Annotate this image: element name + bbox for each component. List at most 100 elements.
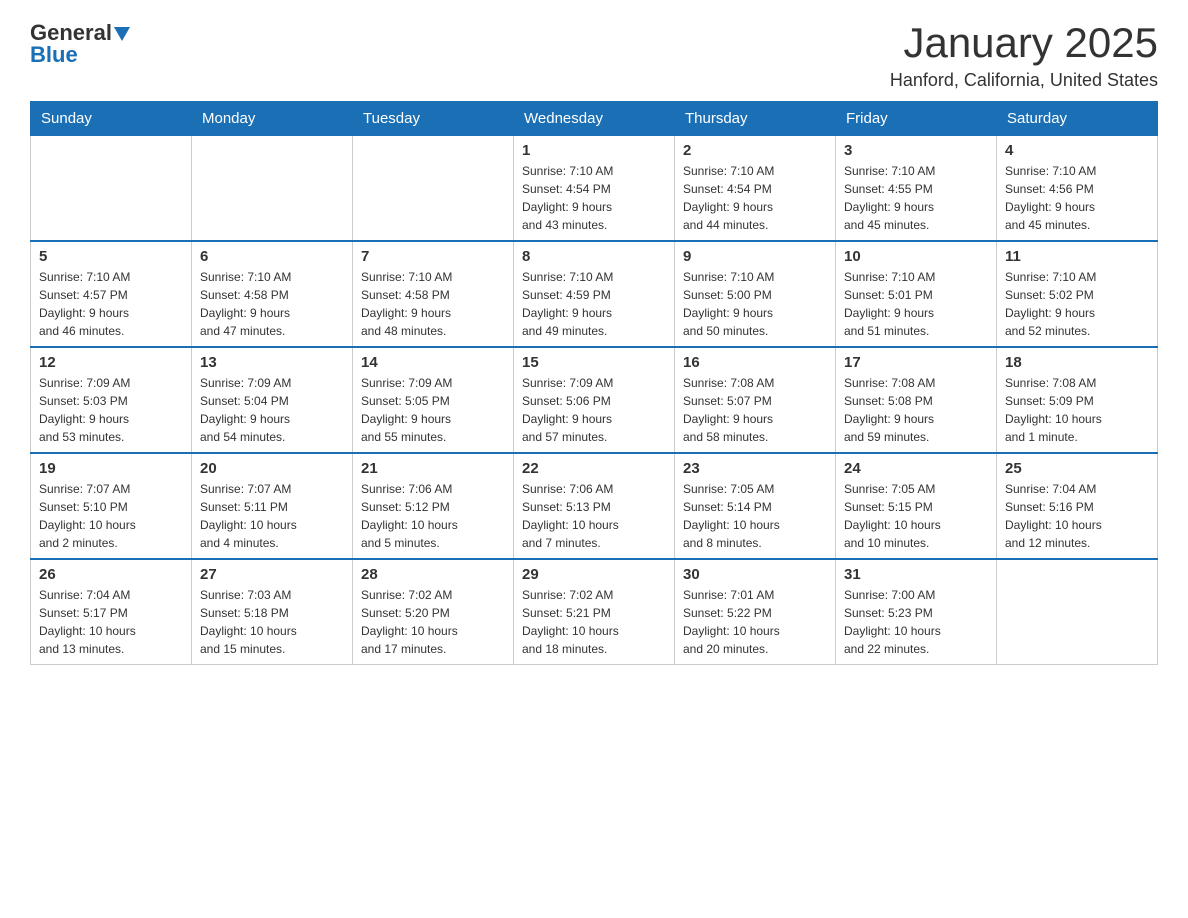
day-number: 31 xyxy=(844,566,988,583)
calendar-cell: 9 Sunrise: 7:10 AM Sunset: 5:00 PM Daylig… xyxy=(675,241,836,347)
day-number: 28 xyxy=(361,566,505,583)
calendar-cell: 5Sunrise: 7:10 AM Sunset: 4:57 PM Daylig… xyxy=(31,241,192,347)
title-block: January 2025 Hanford, California, United… xyxy=(890,20,1158,91)
day-of-week-header: Saturday xyxy=(997,102,1158,136)
day-info: Sunrise: 7:04 AM Sunset: 5:17 PM Dayligh… xyxy=(39,586,183,658)
calendar-cell: 30 Sunrise: 7:01 AM Sunset: 5:22 PM Dayli… xyxy=(675,559,836,665)
day-info: Sunrise: 7:09 AM Sunset: 5:05 PM Dayligh… xyxy=(361,374,505,446)
day-of-week-header: Thursday xyxy=(675,102,836,136)
day-number: 2 xyxy=(683,142,827,159)
day-number: 13 xyxy=(200,354,344,371)
day-number: 24 xyxy=(844,460,988,477)
day-number: 19 xyxy=(39,460,183,477)
day-info: Sunrise: 7:08 AM Sunset: 5:08 PM Dayligh… xyxy=(844,374,988,446)
calendar-cell: 11 Sunrise: 7:10 AM Sunset: 5:02 PM Dayli… xyxy=(997,241,1158,347)
day-number: 1 xyxy=(522,142,666,159)
calendar-cell: 23 Sunrise: 7:05 AM Sunset: 5:14 PM Dayli… xyxy=(675,453,836,559)
month-title: January 2025 xyxy=(890,20,1158,66)
day-info: Sunrise: 7:06 AM Sunset: 5:12 PM Dayligh… xyxy=(361,480,505,552)
day-info: Sunrise: 7:08 AM Sunset: 5:09 PM Dayligh… xyxy=(1005,374,1149,446)
calendar-cell: 4Sunrise: 7:10 AM Sunset: 4:56 PM Daylig… xyxy=(997,136,1158,242)
calendar-week-row: 26 Sunrise: 7:04 AM Sunset: 5:17 PM Dayli… xyxy=(31,559,1158,665)
day-number: 10 xyxy=(844,248,988,265)
calendar-cell: 18Sunrise: 7:08 AM Sunset: 5:09 PM Dayli… xyxy=(997,347,1158,453)
day-info: Sunrise: 7:10 AM Sunset: 4:56 PM Dayligh… xyxy=(1005,162,1149,234)
day-number: 25 xyxy=(1005,460,1149,477)
calendar-cell xyxy=(31,136,192,242)
day-info: Sunrise: 7:07 AM Sunset: 5:11 PM Dayligh… xyxy=(200,480,344,552)
day-number: 29 xyxy=(522,566,666,583)
day-info: Sunrise: 7:02 AM Sunset: 5:20 PM Dayligh… xyxy=(361,586,505,658)
day-info: Sunrise: 7:04 AM Sunset: 5:16 PM Dayligh… xyxy=(1005,480,1149,552)
day-info: Sunrise: 7:09 AM Sunset: 5:04 PM Dayligh… xyxy=(200,374,344,446)
page-header: General Blue January 2025 Hanford, Calif… xyxy=(30,20,1158,91)
day-info: Sunrise: 7:09 AM Sunset: 5:03 PM Dayligh… xyxy=(39,374,183,446)
logo-text-blue: Blue xyxy=(30,42,78,68)
logo: General Blue xyxy=(30,20,130,68)
day-number: 23 xyxy=(683,460,827,477)
day-info: Sunrise: 7:10 AM Sunset: 4:54 PM Dayligh… xyxy=(522,162,666,234)
day-number: 22 xyxy=(522,460,666,477)
day-number: 14 xyxy=(361,354,505,371)
day-number: 9 xyxy=(683,248,827,265)
calendar-week-row: 19Sunrise: 7:07 AM Sunset: 5:10 PM Dayli… xyxy=(31,453,1158,559)
calendar-cell: 10 Sunrise: 7:10 AM Sunset: 5:01 PM Dayli… xyxy=(836,241,997,347)
calendar-cell: 22 Sunrise: 7:06 AM Sunset: 5:13 PM Dayli… xyxy=(514,453,675,559)
calendar-cell: 13 Sunrise: 7:09 AM Sunset: 5:04 PM Dayli… xyxy=(192,347,353,453)
calendar-header-row: SundayMondayTuesdayWednesdayThursdayFrid… xyxy=(31,102,1158,136)
calendar-week-row: 12Sunrise: 7:09 AM Sunset: 5:03 PM Dayli… xyxy=(31,347,1158,453)
day-number: 20 xyxy=(200,460,344,477)
calendar-cell: 17 Sunrise: 7:08 AM Sunset: 5:08 PM Dayli… xyxy=(836,347,997,453)
day-number: 16 xyxy=(683,354,827,371)
day-info: Sunrise: 7:09 AM Sunset: 5:06 PM Dayligh… xyxy=(522,374,666,446)
calendar-cell: 8 Sunrise: 7:10 AM Sunset: 4:59 PM Daylig… xyxy=(514,241,675,347)
day-info: Sunrise: 7:02 AM Sunset: 5:21 PM Dayligh… xyxy=(522,586,666,658)
calendar-cell: 12Sunrise: 7:09 AM Sunset: 5:03 PM Dayli… xyxy=(31,347,192,453)
logo-arrow-icon xyxy=(114,27,130,41)
calendar-cell: 6Sunrise: 7:10 AM Sunset: 4:58 PM Daylig… xyxy=(192,241,353,347)
day-number: 17 xyxy=(844,354,988,371)
day-info: Sunrise: 7:05 AM Sunset: 5:14 PM Dayligh… xyxy=(683,480,827,552)
day-of-week-header: Monday xyxy=(192,102,353,136)
day-number: 26 xyxy=(39,566,183,583)
day-info: Sunrise: 7:03 AM Sunset: 5:18 PM Dayligh… xyxy=(200,586,344,658)
calendar-cell: 29 Sunrise: 7:02 AM Sunset: 5:21 PM Dayli… xyxy=(514,559,675,665)
day-number: 3 xyxy=(844,142,988,159)
day-number: 27 xyxy=(200,566,344,583)
day-number: 11 xyxy=(1005,248,1149,265)
day-info: Sunrise: 7:06 AM Sunset: 5:13 PM Dayligh… xyxy=(522,480,666,552)
calendar-cell: 15 Sunrise: 7:09 AM Sunset: 5:06 PM Dayli… xyxy=(514,347,675,453)
day-number: 30 xyxy=(683,566,827,583)
day-number: 8 xyxy=(522,248,666,265)
calendar-cell: 3 Sunrise: 7:10 AM Sunset: 4:55 PM Daylig… xyxy=(836,136,997,242)
calendar-week-row: 5Sunrise: 7:10 AM Sunset: 4:57 PM Daylig… xyxy=(31,241,1158,347)
calendar-cell: 14 Sunrise: 7:09 AM Sunset: 5:05 PM Dayli… xyxy=(353,347,514,453)
day-info: Sunrise: 7:08 AM Sunset: 5:07 PM Dayligh… xyxy=(683,374,827,446)
day-info: Sunrise: 7:01 AM Sunset: 5:22 PM Dayligh… xyxy=(683,586,827,658)
day-info: Sunrise: 7:10 AM Sunset: 4:55 PM Dayligh… xyxy=(844,162,988,234)
calendar-cell: 7Sunrise: 7:10 AM Sunset: 4:58 PM Daylig… xyxy=(353,241,514,347)
day-number: 6 xyxy=(200,248,344,265)
day-info: Sunrise: 7:10 AM Sunset: 5:01 PM Dayligh… xyxy=(844,268,988,340)
day-of-week-header: Tuesday xyxy=(353,102,514,136)
calendar-week-row: 1 Sunrise: 7:10 AM Sunset: 4:54 PM Daylig… xyxy=(31,136,1158,242)
calendar-cell xyxy=(192,136,353,242)
location-title: Hanford, California, United States xyxy=(890,70,1158,91)
calendar-cell: 16 Sunrise: 7:08 AM Sunset: 5:07 PM Dayli… xyxy=(675,347,836,453)
day-info: Sunrise: 7:10 AM Sunset: 5:00 PM Dayligh… xyxy=(683,268,827,340)
day-info: Sunrise: 7:10 AM Sunset: 4:57 PM Dayligh… xyxy=(39,268,183,340)
day-of-week-header: Friday xyxy=(836,102,997,136)
day-info: Sunrise: 7:10 AM Sunset: 4:54 PM Dayligh… xyxy=(683,162,827,234)
day-number: 15 xyxy=(522,354,666,371)
calendar-table: SundayMondayTuesdayWednesdayThursdayFrid… xyxy=(30,101,1158,665)
day-info: Sunrise: 7:10 AM Sunset: 5:02 PM Dayligh… xyxy=(1005,268,1149,340)
calendar-cell: 25 Sunrise: 7:04 AM Sunset: 5:16 PM Dayli… xyxy=(997,453,1158,559)
calendar-cell xyxy=(997,559,1158,665)
day-info: Sunrise: 7:10 AM Sunset: 4:59 PM Dayligh… xyxy=(522,268,666,340)
calendar-cell: 2 Sunrise: 7:10 AM Sunset: 4:54 PM Daylig… xyxy=(675,136,836,242)
day-number: 21 xyxy=(361,460,505,477)
calendar-cell: 21 Sunrise: 7:06 AM Sunset: 5:12 PM Dayli… xyxy=(353,453,514,559)
calendar-cell: 20 Sunrise: 7:07 AM Sunset: 5:11 PM Dayli… xyxy=(192,453,353,559)
calendar-cell: 27 Sunrise: 7:03 AM Sunset: 5:18 PM Dayli… xyxy=(192,559,353,665)
calendar-cell: 24Sunrise: 7:05 AM Sunset: 5:15 PM Dayli… xyxy=(836,453,997,559)
